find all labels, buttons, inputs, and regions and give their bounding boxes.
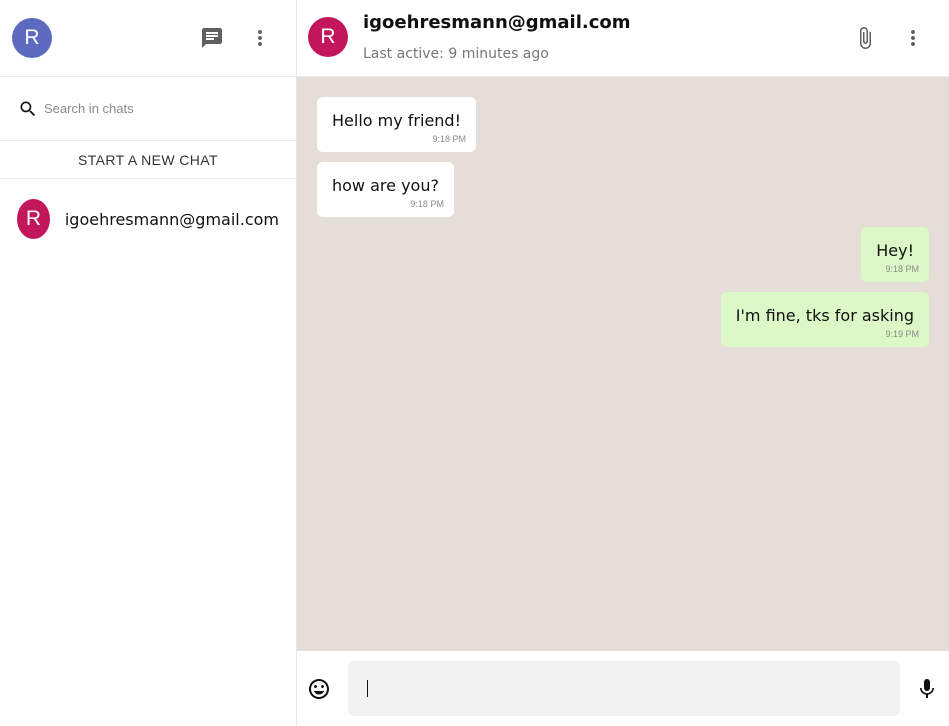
message-list[interactable]: Hello my friend! 9:18 PM how are you? 9:… xyxy=(297,77,949,651)
message-time: 9:18 PM xyxy=(410,199,444,209)
more-vert-icon xyxy=(911,30,915,46)
start-new-chat-label: START A NEW CHAT xyxy=(78,151,218,168)
message-text: Hello my friend! xyxy=(332,111,461,130)
sidebar: R START A NEW CHAT R igoehresmann@gmail. xyxy=(0,0,297,726)
user-avatar[interactable]: R xyxy=(12,18,52,58)
conversation-panel: R igoehresmann@gmail.com Last active: 9 … xyxy=(297,0,949,726)
contact-avatar[interactable]: R xyxy=(308,17,348,57)
search-bar xyxy=(0,77,296,141)
message-input-box[interactable] xyxy=(348,661,900,716)
last-active-status: Last active: 9 minutes ago xyxy=(363,46,549,62)
message-text: how are you? xyxy=(332,176,439,195)
attach-button[interactable] xyxy=(841,14,889,62)
start-new-chat-button[interactable]: START A NEW CHAT xyxy=(0,141,296,179)
message-input[interactable] xyxy=(368,679,881,698)
microphone-icon xyxy=(920,678,934,698)
sidebar-header: R xyxy=(0,0,296,77)
contact-name: igoehresmann@gmail.com xyxy=(363,12,631,33)
emoji-icon xyxy=(309,678,329,699)
chat-avatar: R xyxy=(17,199,50,239)
chat-app: R START A NEW CHAT R igoehresmann@gmail. xyxy=(0,0,949,726)
message-time: 9:18 PM xyxy=(885,264,919,274)
incoming-message: Hello my friend! 9:18 PM xyxy=(317,97,476,152)
more-vert-icon xyxy=(258,30,262,46)
paperclip-icon xyxy=(860,27,871,49)
search-icon xyxy=(20,101,36,116)
search-input[interactable] xyxy=(44,101,274,116)
chat-avatar-letter: R xyxy=(25,207,41,230)
emoji-button[interactable] xyxy=(307,665,331,713)
voice-message-button[interactable] xyxy=(915,665,939,713)
contact-info: igoehresmann@gmail.com Last active: 9 mi… xyxy=(363,12,631,62)
outgoing-message: I'm fine, tks for asking 9:19 PM xyxy=(720,292,929,347)
message-composer xyxy=(297,651,949,726)
sidebar-menu-button[interactable] xyxy=(236,14,284,62)
user-avatar-letter: R xyxy=(24,26,40,49)
message-text: I'm fine, tks for asking xyxy=(735,306,914,325)
conversation-menu-button[interactable] xyxy=(889,14,937,62)
chat-icon xyxy=(202,28,222,48)
incoming-message: how are you? 9:18 PM xyxy=(317,162,454,217)
message-time: 9:19 PM xyxy=(885,329,919,339)
contact-avatar-letter: R xyxy=(320,25,336,48)
outgoing-message: Hey! 9:18 PM xyxy=(861,227,929,282)
chat-list-item[interactable]: R igoehresmann@gmail.com xyxy=(0,179,296,259)
chat-item-name: igoehresmann@gmail.com xyxy=(64,209,279,229)
message-text: Hey! xyxy=(876,241,914,260)
new-message-button[interactable] xyxy=(188,14,236,62)
message-time: 9:18 PM xyxy=(432,134,466,144)
conversation-header: R igoehresmann@gmail.com Last active: 9 … xyxy=(297,0,949,77)
